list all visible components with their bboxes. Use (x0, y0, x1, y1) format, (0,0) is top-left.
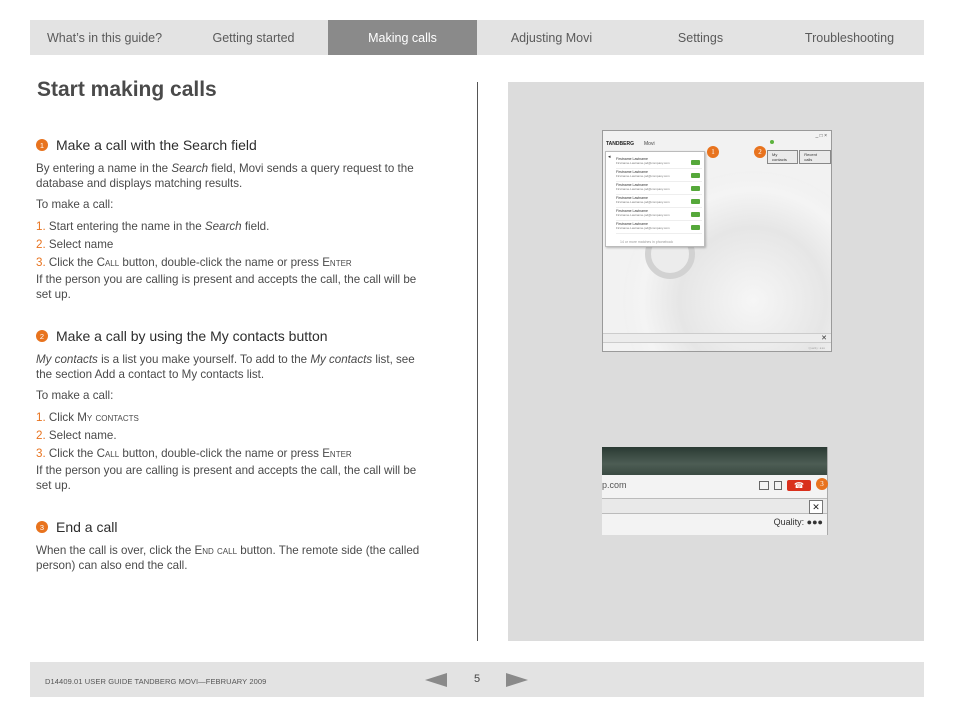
result-row: Firstname Lastname Firstname.Lastname.jod… (616, 170, 702, 182)
video-area (602, 447, 827, 475)
callout-1: 1 (707, 146, 719, 158)
quality-indicator: Quality: ●●● (808, 346, 825, 350)
more-matches-text: 14 or more matches in phonebook (620, 240, 674, 244)
call-icon (691, 173, 700, 178)
result-row: Firstname Lastname Firstname.Lastname.jod… (616, 157, 702, 169)
step-number-badge: 1 (36, 139, 48, 151)
to-make-a-call: To make a call: (36, 198, 114, 211)
next-page-arrow-icon[interactable] (506, 673, 528, 687)
quality-indicator: Quality: ●●● (773, 517, 823, 527)
step-item: 3. Click the Call button, double-click t… (36, 447, 352, 460)
section-end-call: 3 End a call When the call is over, clic… (36, 519, 428, 579)
step-number-badge: 2 (36, 330, 48, 342)
step-item: 2. Select name. (36, 429, 117, 442)
step-item: 3. Click the Call button, double-click t… (36, 256, 352, 269)
section-intro: When the call is over, click the End cal… (36, 544, 420, 572)
screenshot-panel: TANDBERG Movi _ □ × My contacts Recent c… (508, 82, 924, 641)
section-my-contacts-call: 2 Make a call by using the My contacts b… (36, 328, 428, 499)
column-divider (477, 82, 478, 641)
presence-indicator (770, 140, 774, 144)
page-title: Start making calls (37, 78, 217, 101)
call-icon (691, 212, 700, 217)
contact-tabs: My contacts Recent calls (766, 150, 831, 164)
callout-2: 2 (754, 146, 766, 158)
top-navigation: What’s in this guide? Getting started Ma… (30, 20, 924, 55)
keypad-icon (759, 481, 769, 490)
step-item: 2. Select name (36, 238, 114, 251)
tab-adjusting-movi[interactable]: Adjusting Movi (477, 20, 626, 55)
window-controls: _ □ × (815, 133, 828, 139)
call-toolbar: ✕ (602, 498, 827, 514)
tab-whats-in-this-guide[interactable]: What’s in this guide? (30, 20, 179, 55)
tools-icon: ✕ (821, 335, 827, 342)
result-row: Firstname Lastname Firstname.Lastname.jod… (616, 183, 702, 195)
section-outro: If the person you are calling is present… (36, 464, 417, 492)
my-contacts-button: My contacts (767, 150, 799, 164)
section-outro: If the person you are calling is present… (36, 273, 417, 301)
step-number-badge: 3 (36, 521, 48, 533)
search-results-dropdown: ◂ Firstname Lastname Firstname.Lastname.j… (605, 151, 705, 247)
end-call-button: ☎ (787, 480, 811, 491)
tab-getting-started[interactable]: Getting started (179, 20, 328, 55)
previous-page-arrow-icon[interactable] (425, 673, 447, 687)
section-heading: 1 Make a call with the Search field (36, 137, 428, 153)
tab-making-calls[interactable]: Making calls (328, 20, 477, 55)
step-item: 1. Start entering the name in the Search… (36, 220, 270, 233)
section-search-call: 1 Make a call with the Search field By e… (36, 137, 428, 308)
phonebook-icon (774, 481, 782, 490)
section-intro: By entering a name in the Search field, … (36, 162, 414, 190)
callout-3: 3 (816, 478, 828, 490)
window-toolbar (603, 333, 831, 343)
recent-calls-button: Recent calls (799, 150, 831, 164)
section-heading: 2 Make a call by using the My contacts b… (36, 328, 428, 344)
step-item: 1. Click My contacts (36, 411, 139, 424)
magnifier-icon: ◂ (608, 154, 611, 160)
app-name: Movi (644, 141, 655, 147)
tools-icon: ✕ (809, 500, 823, 514)
section-heading: 3 End a call (36, 519, 428, 535)
result-row: Firstname Lastname Firstname.Lastname.jod… (616, 222, 702, 234)
to-make-a-call: To make a call: (36, 389, 114, 402)
tandberg-logo: TANDBERG (606, 141, 634, 147)
result-row: Firstname Lastname Firstname.Lastname.jod… (616, 196, 702, 208)
section-heading-text: Make a call by using the My contacts but… (56, 328, 328, 344)
document-id: D14409.01 USER GUIDE TANDBERG MOVI—FEBRU… (45, 677, 267, 686)
page-footer: D14409.01 USER GUIDE TANDBERG MOVI—FEBRU… (30, 662, 924, 697)
section-heading-text: Make a call with the Search field (56, 137, 257, 153)
movi-window-screenshot: TANDBERG Movi _ □ × My contacts Recent c… (602, 130, 832, 352)
result-row: Firstname Lastname Firstname.Lastname.jod… (616, 209, 702, 221)
in-call-screenshot: p.com ☎ ✕ Quality: ●●● (602, 447, 828, 535)
call-icon (691, 225, 700, 230)
call-controls: ☎ (759, 480, 811, 491)
call-icon (691, 199, 700, 204)
tab-settings[interactable]: Settings (626, 20, 775, 55)
call-icon (691, 186, 700, 191)
tab-troubleshooting[interactable]: Troubleshooting (775, 20, 924, 55)
section-heading-text: End a call (56, 519, 118, 535)
remote-address: p.com (602, 480, 627, 490)
call-icon (691, 160, 700, 165)
page-number: 5 (474, 673, 481, 685)
section-intro: My contacts is a list you make yourself.… (36, 353, 415, 381)
